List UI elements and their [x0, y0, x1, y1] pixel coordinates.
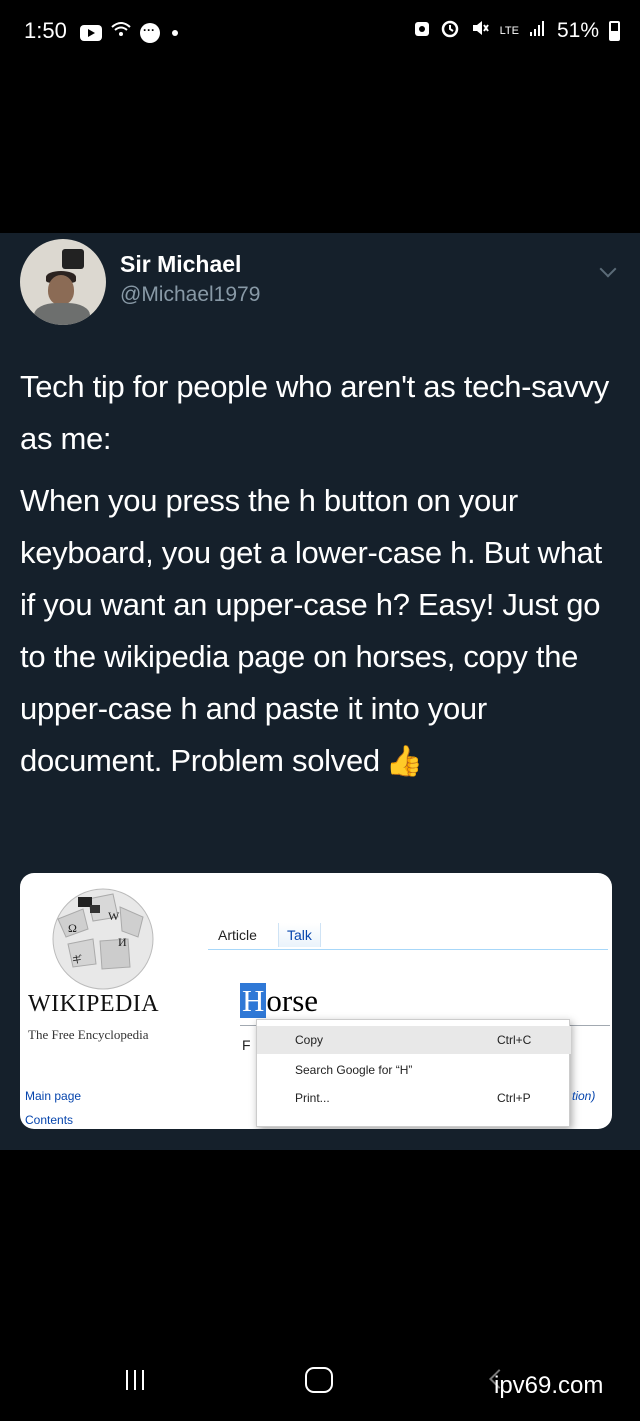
status-time: 1:50	[24, 18, 67, 43]
page-title: Horse	[240, 983, 318, 1019]
status-bar: 1:50 LTE 51%	[0, 0, 640, 62]
globe-glyph-gi: ギ	[72, 955, 82, 966]
tweet-media-image[interactable]: Ω W И ギ WIKIPEDIA The Free Encyclopedia …	[20, 873, 612, 1129]
system-nav-bar: ipv69.com	[0, 1150, 640, 1421]
globe-glyph-w: W	[108, 909, 120, 923]
tab-underline	[208, 949, 608, 950]
tweet-card[interactable]: Sir Michael @Michael1979 Tech tip for pe…	[0, 233, 640, 1150]
trailing-text: tion)	[572, 1089, 596, 1103]
battery-icon	[609, 21, 620, 41]
wikipedia-globe-icon	[52, 888, 154, 990]
recent-apps-button[interactable]	[126, 1370, 144, 1390]
lte-icon: LTE	[499, 24, 519, 37]
chevron-down-icon[interactable]	[599, 260, 617, 278]
app-icon	[414, 19, 430, 43]
context-menu-search-google[interactable]: Search Google for “H”	[257, 1056, 571, 1084]
author-handle[interactable]: @Michael1979	[120, 283, 260, 307]
signal-icon	[529, 19, 547, 43]
tweet-text: Tech tip for people who aren't as tech-s…	[20, 361, 620, 798]
tab-talk[interactable]: Talk	[278, 923, 321, 947]
selected-letter[interactable]: H	[240, 983, 267, 1018]
avatar[interactable]	[20, 239, 106, 325]
wifi-calling-icon	[110, 20, 132, 46]
context-menu-print[interactable]: Print... Ctrl+P	[257, 1084, 571, 1112]
battery-percent: 51%	[556, 19, 599, 42]
tab-article[interactable]: Article	[218, 927, 257, 943]
thumbs-up-icon: 👍	[385, 745, 423, 778]
recent-apps-bar	[134, 1370, 136, 1390]
watermark: ipv69.com	[494, 1372, 604, 1399]
youtube-icon	[80, 25, 102, 41]
nav-link-main-page[interactable]: Main page	[25, 1089, 81, 1103]
globe-glyph-omega: Ω	[68, 921, 77, 935]
author-name[interactable]: Sir Michael	[120, 251, 241, 278]
home-button[interactable]	[305, 1367, 333, 1393]
status-left-icons	[80, 20, 178, 46]
context-menu-shortcut: Ctrl+C	[497, 1033, 532, 1047]
context-menu-label: Print...	[295, 1091, 330, 1105]
tweet-paragraph-2-text: When you press the h button on your keyb…	[20, 483, 602, 778]
context-menu-copy[interactable]: Copy Ctrl+C	[257, 1026, 571, 1054]
tweet-paragraph-2: When you press the h button on your keyb…	[20, 475, 620, 788]
avatar-hat	[62, 249, 84, 269]
recent-apps-bar	[126, 1370, 128, 1390]
context-menu-shortcut: Ctrl+P	[497, 1091, 531, 1105]
recent-apps-bar	[142, 1370, 144, 1390]
mute-icon	[470, 18, 490, 44]
status-right-icons: LTE 51%	[414, 18, 620, 44]
page-title-rest: orse	[266, 983, 319, 1018]
wikipedia-tagline: The Free Encyclopedia	[28, 1027, 149, 1042]
nav-link-contents[interactable]: Contents	[25, 1113, 73, 1127]
alarm-icon	[440, 18, 460, 44]
context-menu: Copy Ctrl+C Search Google for “H” Print.…	[256, 1019, 571, 1127]
messenger-icon	[140, 20, 160, 43]
wikipedia-wordmark: WIKIPEDIA	[28, 991, 160, 1017]
avatar-body	[34, 303, 90, 325]
tweet-paragraph-1: Tech tip for people who aren't as tech-s…	[20, 369, 609, 456]
body-fragment: F	[242, 1037, 251, 1053]
context-menu-label: Copy	[295, 1033, 324, 1047]
context-menu-label: Search Google for “H”	[295, 1063, 413, 1077]
globe-glyph-i: И	[118, 935, 127, 949]
dot-icon	[172, 30, 178, 36]
avatar-head	[48, 275, 74, 305]
